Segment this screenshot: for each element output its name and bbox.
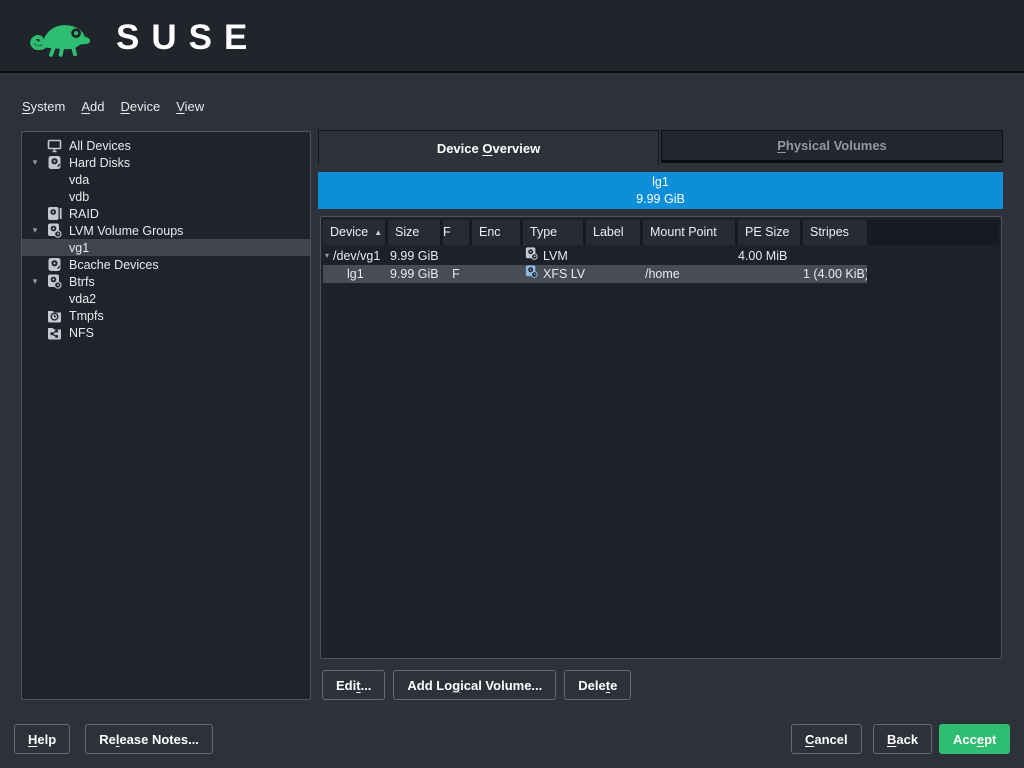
column-header-f[interactable]: F [443, 220, 469, 245]
column-header-size[interactable]: Size [388, 220, 440, 245]
column-header-enc[interactable]: Enc [472, 220, 520, 245]
help-button[interactable]: Help [14, 724, 70, 754]
cell-mount-point [643, 247, 735, 265]
expander-icon[interactable]: ▾ [28, 222, 42, 239]
cell-f [443, 247, 469, 265]
lvm-icon [525, 247, 538, 265]
volume-summary-bar: lg1 9.99 GiB [318, 172, 1003, 209]
cell-label [586, 265, 640, 283]
tmpfs-icon [47, 308, 62, 323]
accept-button[interactable]: Accept [939, 724, 1010, 754]
menu-device[interactable]: Device [120, 99, 160, 114]
sidebar-item-nfs[interactable]: NFS [22, 324, 310, 341]
cell-enc [472, 265, 520, 283]
table-row-lg1[interactable]: lg1 9.99 GiB F XFS LV /home 1 (4.00 KiB) [323, 265, 867, 283]
suse-logo: SUSE [26, 13, 259, 62]
table-header-row: Device ▲ Size F Enc Type Label Mount Poi… [323, 220, 999, 245]
sidebar-item-label: RAID [69, 207, 99, 221]
table-actions: Edit... Add Logical Volume... Delete [322, 670, 631, 700]
table-row-vg[interactable]: ▾ /dev/vg1 9.99 GiB LVM 4.00 MiB [323, 247, 867, 265]
hard-disk-icon [47, 257, 62, 272]
add-logical-volume-button[interactable]: Add Logical Volume... [393, 670, 556, 700]
cell-enc [472, 247, 520, 265]
sort-ascending-icon: ▲ [374, 220, 382, 245]
tab-device-overview[interactable]: Device Overview [318, 130, 659, 165]
sidebar-item-tmpfs[interactable]: Tmpfs [22, 307, 310, 324]
sidebar-item-label: Tmpfs [69, 309, 104, 323]
sidebar-item-label: All Devices [69, 139, 131, 153]
sidebar-item-label: vda [69, 173, 89, 187]
sidebar-item-label: Bcache Devices [69, 258, 159, 272]
sidebar-item-btrfs[interactable]: ▾ Btrfs [22, 273, 310, 290]
menubar: System Add Device View [22, 99, 204, 114]
delete-button[interactable]: Delete [564, 670, 631, 700]
lvm-icon [47, 274, 62, 289]
top-banner: SUSE [0, 0, 1024, 73]
cell-pe-size [738, 265, 800, 283]
device-table: Device ▲ Size F Enc Type Label Mount Poi… [320, 216, 1002, 659]
sidebar-item-all-devices[interactable]: All Devices [22, 137, 310, 154]
sidebar-item-label: vda2 [69, 292, 96, 306]
sidebar-item-label: LVM Volume Groups [69, 224, 183, 238]
menu-system[interactable]: System [22, 99, 65, 114]
cell-pe-size: 4.00 MiB [738, 247, 800, 265]
column-header-mount-point[interactable]: Mount Point [643, 220, 735, 245]
sidebar-item-vda2[interactable]: vda2 [22, 290, 310, 307]
cell-size: 9.99 GiB [388, 265, 440, 283]
sidebar-item-label: Btrfs [69, 275, 95, 289]
volume-name: lg1 [652, 174, 669, 190]
sidebar-item-label: Hard Disks [69, 156, 130, 170]
sidebar-item-label: vg1 [69, 241, 89, 255]
sidebar-item-hard-disks[interactable]: ▾ Hard Disks [22, 154, 310, 171]
sidebar-item-vdb[interactable]: vdb [22, 188, 310, 205]
cell-mount-point: /home [643, 265, 735, 283]
sidebar-item-bcache-devices[interactable]: Bcache Devices [22, 256, 310, 273]
column-header-pe-size[interactable]: PE Size [738, 220, 800, 245]
xfs-lv-icon [525, 265, 538, 283]
sidebar-item-vda[interactable]: vda [22, 171, 310, 188]
cell-label [586, 247, 640, 265]
cancel-button[interactable]: Cancel [791, 724, 862, 754]
chameleon-icon [26, 13, 100, 62]
expander-icon[interactable]: ▾ [28, 273, 42, 290]
column-header-label[interactable]: Label [586, 220, 640, 245]
volume-size: 9.99 GiB [636, 191, 685, 207]
sidebar-item-label: NFS [69, 326, 94, 340]
column-header-device[interactable]: Device ▲ [323, 220, 385, 245]
cell-stripes [803, 247, 867, 265]
cell-f: F [443, 265, 469, 283]
footer-left-buttons: Help Release Notes... [14, 724, 213, 754]
hard-disk-icon [47, 155, 62, 170]
column-header-stripes[interactable]: Stripes [803, 220, 867, 245]
cell-stripes: 1 (4.00 KiB) [803, 265, 867, 283]
brand-wordmark: SUSE [116, 15, 259, 61]
sidebar-item-vg1[interactable]: vg1 [22, 239, 310, 256]
tab-physical-volumes[interactable]: Physical Volumes [661, 130, 1003, 163]
sidebar-item-lvm-volume-groups[interactable]: ▾ LVM Volume Groups [22, 222, 310, 239]
cell-type: LVM [543, 247, 568, 265]
back-button[interactable]: Back [873, 724, 932, 754]
expander-icon[interactable]: ▾ [28, 154, 42, 171]
column-header-type[interactable]: Type [523, 220, 583, 245]
sidebar-item-label: vdb [69, 190, 89, 204]
computer-icon [47, 138, 62, 153]
cell-device: lg1 [323, 265, 385, 283]
expander-icon[interactable]: ▾ [325, 247, 329, 265]
sidebar-item-raid[interactable]: RAID [22, 205, 310, 222]
nfs-icon [47, 325, 62, 340]
lvm-icon [47, 223, 62, 238]
raid-icon [47, 206, 62, 221]
tab-bar: Device Overview Physical Volumes [318, 130, 1003, 166]
edit-button[interactable]: Edit... [322, 670, 385, 700]
menu-view[interactable]: View [176, 99, 204, 114]
menu-add[interactable]: Add [81, 99, 104, 114]
release-notes-button[interactable]: Release Notes... [85, 724, 213, 754]
device-tree: All Devices ▾ Hard Disks vda vdb RAID [21, 131, 311, 700]
cell-size: 9.99 GiB [388, 247, 440, 265]
cell-device: /dev/vg1 [333, 247, 380, 265]
cell-type: XFS LV [543, 265, 585, 283]
